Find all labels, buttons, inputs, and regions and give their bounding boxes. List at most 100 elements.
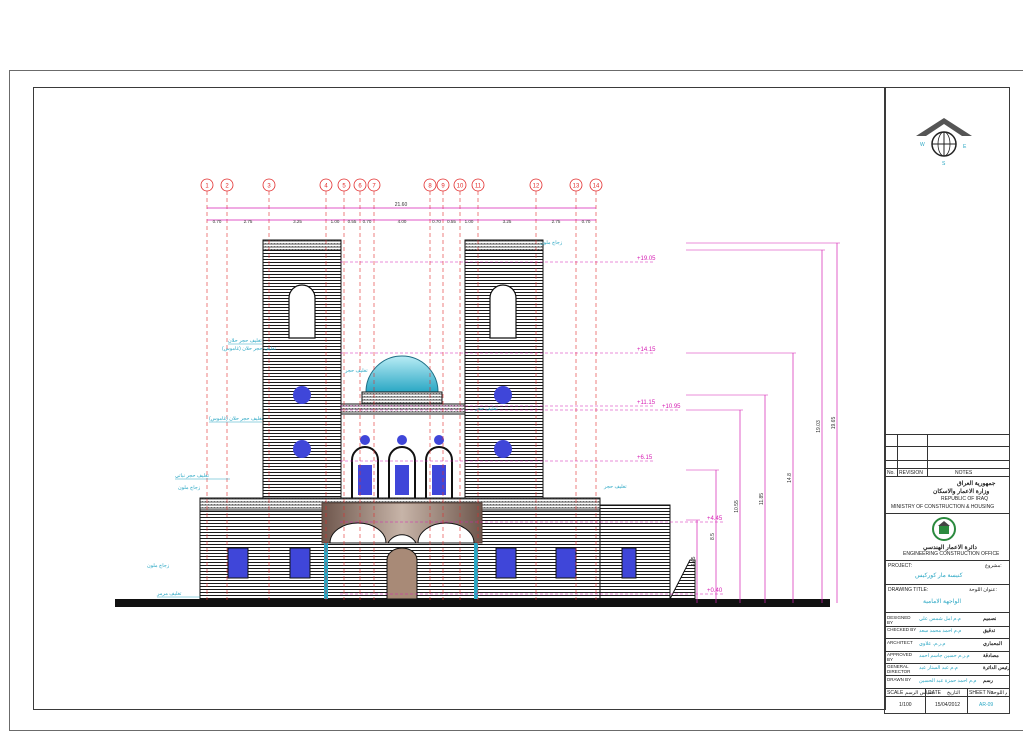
overall-dim-text: 21.60 — [395, 202, 408, 208]
role-label: GENERAL DIRECTOR — [887, 664, 911, 675]
note-right-upper: تغليف حجر — [603, 484, 627, 490]
role-label: CHECKED BY — [887, 627, 917, 633]
role-label: DRAWN BY — [887, 676, 912, 682]
vertical-dim-text-6: 8.5 — [710, 533, 716, 540]
date-value: 15/04/2012 — [935, 702, 961, 708]
ground-line — [115, 599, 830, 607]
main-entrance-door — [386, 547, 418, 600]
project-label: PROJECT: — [888, 563, 913, 569]
level-label-3: +11.15 — [637, 400, 656, 406]
level-label-1: +19.05 — [637, 256, 656, 262]
note-tower-cladding: تغليف حجر حلان — [228, 338, 262, 344]
vertical-dim-text-7: 4.45 — [691, 556, 697, 566]
vertical-dim-text-2: 19.03 — [816, 420, 822, 433]
grid-label-10: 10 — [457, 184, 464, 190]
role-label-ar: المعماري — [983, 640, 1002, 647]
level-label-4: +10.95 — [662, 404, 681, 410]
ministry-en: MINISTRY OF CONSTRUCTION & HOUSING — [891, 504, 995, 510]
vertical-dim-text-5: 10.55 — [734, 500, 740, 513]
scale-value: 1/100 — [899, 702, 912, 708]
grid-label-11: 11 — [475, 184, 482, 190]
note-rose-window: تغليف حجر حلان (غاموس) — [209, 416, 264, 422]
right-tower-crenellation — [464, 239, 544, 251]
role-label: APPROVED BY — [887, 651, 913, 662]
drawing-title: الواجهة الامامية — [923, 599, 961, 605]
signature-row: DRAWN BY م.م احمد حمزة عبد الحسين رسم — [885, 676, 1009, 689]
grid-dim-8: 0.70 — [432, 219, 441, 224]
role-label-ar: رئيس الدائرة — [983, 665, 1010, 672]
grid-dim-11: 3.25 — [503, 219, 512, 224]
date-label: DATE — [928, 690, 941, 696]
ministry-ar: وزارة الاعمار والاسكان — [933, 489, 990, 495]
left-tower-rose-window-upper — [293, 386, 311, 404]
drawing-title-label: DRAWING TITLE: — [888, 587, 929, 593]
grid-dim-13: 0.70 — [582, 219, 591, 224]
role-label-ar: رسم — [983, 677, 993, 684]
sheet-no-label-ar: رقم اللوحة — [991, 690, 1007, 696]
svg-text:S: S — [942, 161, 946, 167]
grid-dim-12: 2.75 — [552, 219, 561, 224]
grid-dim-5: 0.55 — [348, 219, 357, 224]
north-arrow-icon: W E S — [916, 118, 972, 167]
role-name: م.ر.م. علاوي — [919, 640, 946, 647]
grid-label-13: 13 — [573, 184, 580, 190]
central-dome — [365, 355, 439, 393]
office-logo-icon — [932, 517, 956, 541]
grid-label-12: 12 — [533, 184, 540, 190]
grid-dim-7: 4.00 — [398, 219, 407, 224]
signature-row: APPROVED BY م.ر.م حسين جاسم احمد مصادقة — [885, 651, 1009, 664]
note-base-marble: تغليف مرمر — [156, 591, 182, 597]
note-glass-left: زجاج ملون — [178, 485, 201, 491]
left-tower-rose-window-lower — [293, 440, 311, 458]
role-label-ar: تدقيق — [983, 628, 996, 635]
level-label-2: +14.15 — [637, 347, 656, 353]
rev-revision-header: REVISION — [899, 470, 923, 476]
grid-dim-1: 0.70 — [213, 219, 222, 224]
right-tower-rose-window-upper — [494, 386, 512, 404]
grid-dim-10: 1.00 — [465, 219, 474, 224]
signature-row: DESIGNED BY م.م امل شمس علي تصميم — [885, 614, 1009, 627]
grid-dim-3: 3.25 — [293, 219, 302, 224]
republic-ar: جمهورية العراق — [957, 481, 996, 487]
right-tower-rose-window-lower — [494, 440, 512, 458]
sheet-no-value: AR-09 — [979, 702, 994, 708]
role-label: DESIGNED BY — [887, 615, 911, 625]
vertical-dim-text-3: 14.8 — [787, 473, 793, 483]
grid-dim-2: 2.75 — [244, 219, 253, 224]
signature-row: ARCHITECT م.ر.م. علاوي المعماري — [885, 639, 1009, 652]
grid-dim-6: 0.70 — [363, 219, 372, 224]
left-tower-window — [288, 284, 316, 339]
rev-notes-header: NOTES — [955, 470, 973, 476]
signature-row: GENERAL DIRECTOR م.م عبد الستار عبد رئيس ا… — [885, 663, 1010, 677]
role-label-ar: تصميم — [983, 616, 997, 622]
grid-dim-4: 1.00 — [331, 219, 340, 224]
rev-no-header: No. — [887, 470, 895, 476]
date-label-ar: التاريخ — [947, 690, 960, 696]
note-dome: تغليف حجر — [344, 368, 368, 374]
level-label-6: +4.45 — [707, 516, 723, 522]
note-arched-cladding: تغليف حجر حلان (غاموس) — [222, 346, 277, 352]
level-label-7: +0.40 — [707, 588, 723, 594]
role-name: م.م عبد الستار عبد — [919, 665, 958, 672]
level-label-5: +6.15 — [637, 455, 653, 461]
role-label-ar: مصادقة — [983, 652, 999, 659]
vertical-dim-text-4: 11.85 — [759, 493, 765, 505]
note-tower-top: زجاج ملون — [540, 240, 563, 246]
left-tower-crenellation — [262, 239, 342, 251]
svg-text:E: E — [963, 144, 967, 150]
right-tower-window — [489, 284, 517, 339]
project-name: كنيسة مار كوركيس — [915, 573, 963, 579]
central-cornice — [340, 403, 466, 415]
note-upper-right: تغليف حجر — [474, 406, 498, 412]
office-en: ENGINEERING CONSTRUCTION OFFICE — [903, 551, 1000, 557]
grid-dim-9: 0.55 — [447, 219, 456, 224]
note-colored-glass: زجاج ملون — [147, 563, 170, 569]
republic-en: REPUBLIC OF IRAQ — [941, 496, 988, 502]
signature-row: CHECKED BY م.م احمد محمد سعد تدقيق — [885, 626, 1009, 640]
role-name: م.م امل شمس علي — [919, 616, 961, 622]
role-name: م.م احمد حمزة عبد الحسين — [919, 677, 977, 684]
scale-label: SCALE — [887, 690, 904, 696]
grid-label-14: 14 — [593, 184, 600, 190]
role-name: م.ر.م حسين جاسم احمد — [919, 652, 970, 659]
svg-text:W: W — [920, 142, 925, 148]
